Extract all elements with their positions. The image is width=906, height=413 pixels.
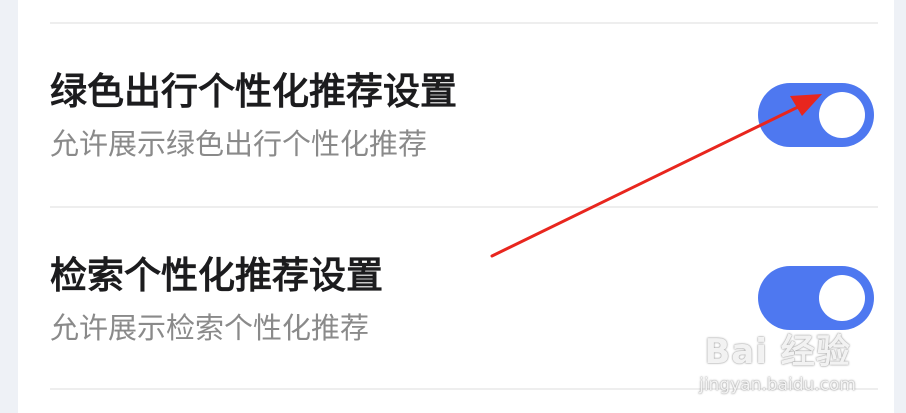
setting-title-green-travel: 绿色出行个性化推荐设置 xyxy=(50,70,457,113)
watermark-url: jingyan.baidu.com xyxy=(699,375,856,395)
divider-middle xyxy=(50,206,878,208)
toggle-knob xyxy=(819,275,865,321)
toggle-knob xyxy=(819,92,865,138)
green-travel-toggle[interactable] xyxy=(758,83,874,147)
watermark-logo: Bai 经验 xyxy=(704,332,851,372)
setting-subtitle-green-travel: 允许展示绿色出行个性化推荐 xyxy=(50,127,428,161)
search-toggle[interactable] xyxy=(758,266,874,330)
baidu-jingyan-watermark: Bai 经验 jingyan.baidu.com xyxy=(699,324,856,395)
setting-row-green-travel: 绿色出行个性化推荐设置 允许展示绿色出行个性化推荐 xyxy=(50,60,878,180)
setting-title-search: 检索个性化推荐设置 xyxy=(50,254,383,297)
divider-top xyxy=(50,22,878,24)
setting-subtitle-search: 允许展示检索个性化推荐 xyxy=(50,311,370,345)
